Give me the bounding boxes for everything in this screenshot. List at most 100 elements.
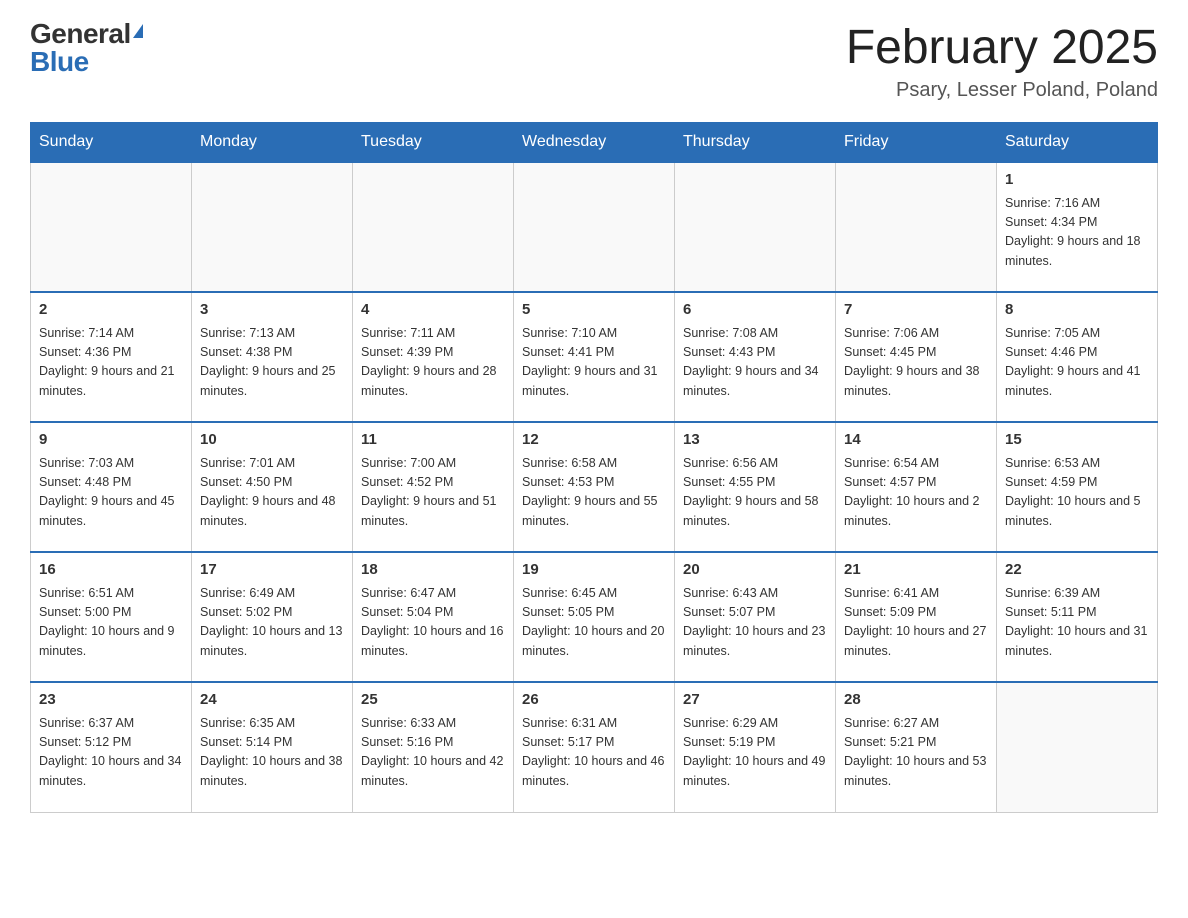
calendar-cell: 19Sunrise: 6:45 AMSunset: 5:05 PMDayligh… <box>514 552 675 682</box>
day-number: 14 <box>844 429 988 452</box>
calendar-week-1: 1Sunrise: 7:16 AMSunset: 4:34 PMDaylight… <box>31 162 1158 292</box>
calendar-cell: 20Sunrise: 6:43 AMSunset: 5:07 PMDayligh… <box>675 552 836 682</box>
day-info: Sunrise: 7:10 AMSunset: 4:41 PMDaylight:… <box>522 324 666 402</box>
calendar-week-3: 9Sunrise: 7:03 AMSunset: 4:48 PMDaylight… <box>31 422 1158 552</box>
calendar-body: 1Sunrise: 7:16 AMSunset: 4:34 PMDaylight… <box>31 162 1158 812</box>
day-number: 27 <box>683 689 827 712</box>
calendar-cell: 1Sunrise: 7:16 AMSunset: 4:34 PMDaylight… <box>997 162 1158 292</box>
day-info: Sunrise: 7:13 AMSunset: 4:38 PMDaylight:… <box>200 324 344 402</box>
col-tuesday: Tuesday <box>353 123 514 163</box>
calendar-cell <box>675 162 836 292</box>
day-number: 2 <box>39 299 183 322</box>
day-info: Sunrise: 6:37 AMSunset: 5:12 PMDaylight:… <box>39 714 183 792</box>
calendar-cell: 14Sunrise: 6:54 AMSunset: 4:57 PMDayligh… <box>836 422 997 552</box>
day-number: 24 <box>200 689 344 712</box>
day-number: 12 <box>522 429 666 452</box>
calendar-cell: 2Sunrise: 7:14 AMSunset: 4:36 PMDaylight… <box>31 292 192 422</box>
calendar-cell: 10Sunrise: 7:01 AMSunset: 4:50 PMDayligh… <box>192 422 353 552</box>
calendar-cell: 22Sunrise: 6:39 AMSunset: 5:11 PMDayligh… <box>997 552 1158 682</box>
day-number: 21 <box>844 559 988 582</box>
day-info: Sunrise: 6:43 AMSunset: 5:07 PMDaylight:… <box>683 584 827 662</box>
day-info: Sunrise: 6:58 AMSunset: 4:53 PMDaylight:… <box>522 454 666 532</box>
day-info: Sunrise: 7:16 AMSunset: 4:34 PMDaylight:… <box>1005 194 1149 272</box>
day-info: Sunrise: 6:29 AMSunset: 5:19 PMDaylight:… <box>683 714 827 792</box>
day-number: 11 <box>361 429 505 452</box>
col-sunday: Sunday <box>31 123 192 163</box>
logo-blue-text: Blue <box>30 48 89 76</box>
calendar-cell: 8Sunrise: 7:05 AMSunset: 4:46 PMDaylight… <box>997 292 1158 422</box>
day-number: 18 <box>361 559 505 582</box>
day-info: Sunrise: 6:54 AMSunset: 4:57 PMDaylight:… <box>844 454 988 532</box>
calendar-cell: 15Sunrise: 6:53 AMSunset: 4:59 PMDayligh… <box>997 422 1158 552</box>
day-number: 20 <box>683 559 827 582</box>
calendar-cell: 12Sunrise: 6:58 AMSunset: 4:53 PMDayligh… <box>514 422 675 552</box>
day-info: Sunrise: 7:11 AMSunset: 4:39 PMDaylight:… <box>361 324 505 402</box>
day-number: 1 <box>1005 169 1149 192</box>
calendar-cell: 5Sunrise: 7:10 AMSunset: 4:41 PMDaylight… <box>514 292 675 422</box>
logo: General Blue <box>30 20 143 76</box>
day-number: 4 <box>361 299 505 322</box>
calendar-week-4: 16Sunrise: 6:51 AMSunset: 5:00 PMDayligh… <box>31 552 1158 682</box>
day-number: 5 <box>522 299 666 322</box>
day-number: 17 <box>200 559 344 582</box>
day-info: Sunrise: 7:14 AMSunset: 4:36 PMDaylight:… <box>39 324 183 402</box>
day-info: Sunrise: 6:33 AMSunset: 5:16 PMDaylight:… <box>361 714 505 792</box>
calendar-cell: 16Sunrise: 6:51 AMSunset: 5:00 PMDayligh… <box>31 552 192 682</box>
col-saturday: Saturday <box>997 123 1158 163</box>
day-number: 25 <box>361 689 505 712</box>
col-thursday: Thursday <box>675 123 836 163</box>
day-info: Sunrise: 6:35 AMSunset: 5:14 PMDaylight:… <box>200 714 344 792</box>
calendar-header-row: Sunday Monday Tuesday Wednesday Thursday… <box>31 123 1158 163</box>
logo-triangle-icon <box>133 24 143 38</box>
col-wednesday: Wednesday <box>514 123 675 163</box>
day-number: 16 <box>39 559 183 582</box>
day-info: Sunrise: 7:06 AMSunset: 4:45 PMDaylight:… <box>844 324 988 402</box>
calendar-cell: 9Sunrise: 7:03 AMSunset: 4:48 PMDaylight… <box>31 422 192 552</box>
calendar-cell: 7Sunrise: 7:06 AMSunset: 4:45 PMDaylight… <box>836 292 997 422</box>
calendar-cell: 28Sunrise: 6:27 AMSunset: 5:21 PMDayligh… <box>836 682 997 812</box>
calendar-cell <box>514 162 675 292</box>
day-number: 7 <box>844 299 988 322</box>
calendar-cell: 6Sunrise: 7:08 AMSunset: 4:43 PMDaylight… <box>675 292 836 422</box>
day-number: 26 <box>522 689 666 712</box>
col-friday: Friday <box>836 123 997 163</box>
day-info: Sunrise: 7:08 AMSunset: 4:43 PMDaylight:… <box>683 324 827 402</box>
calendar-cell: 21Sunrise: 6:41 AMSunset: 5:09 PMDayligh… <box>836 552 997 682</box>
day-info: Sunrise: 7:00 AMSunset: 4:52 PMDaylight:… <box>361 454 505 532</box>
calendar-cell: 4Sunrise: 7:11 AMSunset: 4:39 PMDaylight… <box>353 292 514 422</box>
day-number: 8 <box>1005 299 1149 322</box>
calendar-cell: 27Sunrise: 6:29 AMSunset: 5:19 PMDayligh… <box>675 682 836 812</box>
calendar-cell: 24Sunrise: 6:35 AMSunset: 5:14 PMDayligh… <box>192 682 353 812</box>
calendar-cell <box>192 162 353 292</box>
day-info: Sunrise: 6:31 AMSunset: 5:17 PMDaylight:… <box>522 714 666 792</box>
calendar-cell: 13Sunrise: 6:56 AMSunset: 4:55 PMDayligh… <box>675 422 836 552</box>
day-number: 6 <box>683 299 827 322</box>
day-info: Sunrise: 6:39 AMSunset: 5:11 PMDaylight:… <box>1005 584 1149 662</box>
day-number: 23 <box>39 689 183 712</box>
day-info: Sunrise: 6:27 AMSunset: 5:21 PMDaylight:… <box>844 714 988 792</box>
day-info: Sunrise: 7:01 AMSunset: 4:50 PMDaylight:… <box>200 454 344 532</box>
calendar-cell: 3Sunrise: 7:13 AMSunset: 4:38 PMDaylight… <box>192 292 353 422</box>
col-monday: Monday <box>192 123 353 163</box>
calendar-cell: 17Sunrise: 6:49 AMSunset: 5:02 PMDayligh… <box>192 552 353 682</box>
day-number: 19 <box>522 559 666 582</box>
title-section: February 2025 Psary, Lesser Poland, Pola… <box>846 20 1158 102</box>
calendar-table: Sunday Monday Tuesday Wednesday Thursday… <box>30 122 1158 813</box>
day-info: Sunrise: 6:53 AMSunset: 4:59 PMDaylight:… <box>1005 454 1149 532</box>
day-info: Sunrise: 7:05 AMSunset: 4:46 PMDaylight:… <box>1005 324 1149 402</box>
day-info: Sunrise: 6:47 AMSunset: 5:04 PMDaylight:… <box>361 584 505 662</box>
page-header: General Blue February 2025 Psary, Lesser… <box>30 20 1158 102</box>
calendar-cell: 11Sunrise: 7:00 AMSunset: 4:52 PMDayligh… <box>353 422 514 552</box>
day-number: 28 <box>844 689 988 712</box>
day-info: Sunrise: 6:56 AMSunset: 4:55 PMDaylight:… <box>683 454 827 532</box>
day-info: Sunrise: 7:03 AMSunset: 4:48 PMDaylight:… <box>39 454 183 532</box>
day-info: Sunrise: 6:45 AMSunset: 5:05 PMDaylight:… <box>522 584 666 662</box>
calendar-week-2: 2Sunrise: 7:14 AMSunset: 4:36 PMDaylight… <box>31 292 1158 422</box>
day-info: Sunrise: 6:51 AMSunset: 5:00 PMDaylight:… <box>39 584 183 662</box>
day-info: Sunrise: 6:49 AMSunset: 5:02 PMDaylight:… <box>200 584 344 662</box>
calendar-cell: 23Sunrise: 6:37 AMSunset: 5:12 PMDayligh… <box>31 682 192 812</box>
calendar-cell <box>353 162 514 292</box>
logo-general-text: General <box>30 20 131 48</box>
calendar-cell <box>836 162 997 292</box>
calendar-cell: 26Sunrise: 6:31 AMSunset: 5:17 PMDayligh… <box>514 682 675 812</box>
